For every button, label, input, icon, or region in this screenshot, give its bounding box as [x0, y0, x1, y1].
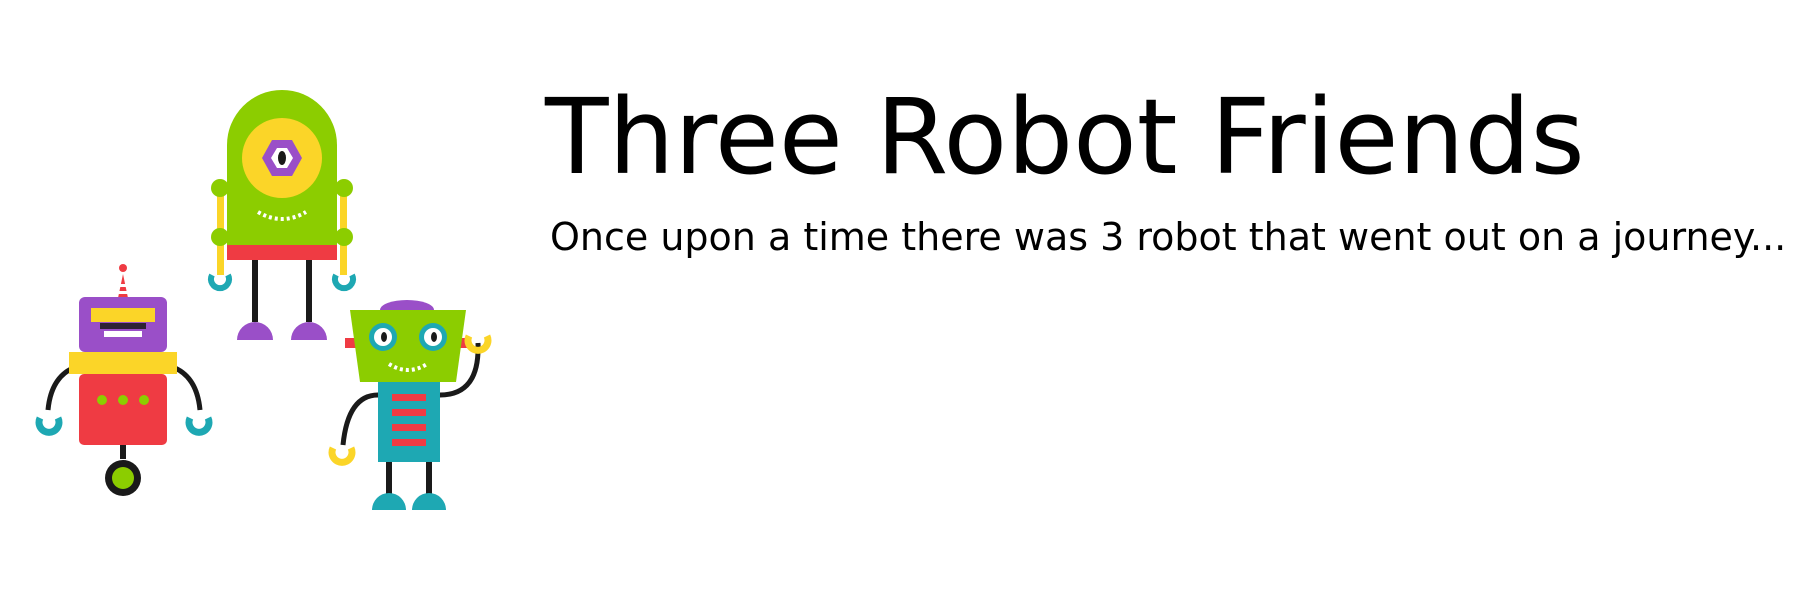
purple-red-wheel-robot-icon: [35, 264, 213, 496]
robot-illustration: [35, 90, 492, 510]
green-cyclops-robot-icon: [208, 90, 356, 340]
story-intro-text: Once upon a time there was 3 robot that …: [550, 215, 1787, 259]
page-title: Three Robot Friends: [545, 76, 1585, 198]
story-banner: Three Robot Friends Once upon a time the…: [0, 0, 1818, 600]
teal-waving-robot-icon: [328, 300, 492, 510]
